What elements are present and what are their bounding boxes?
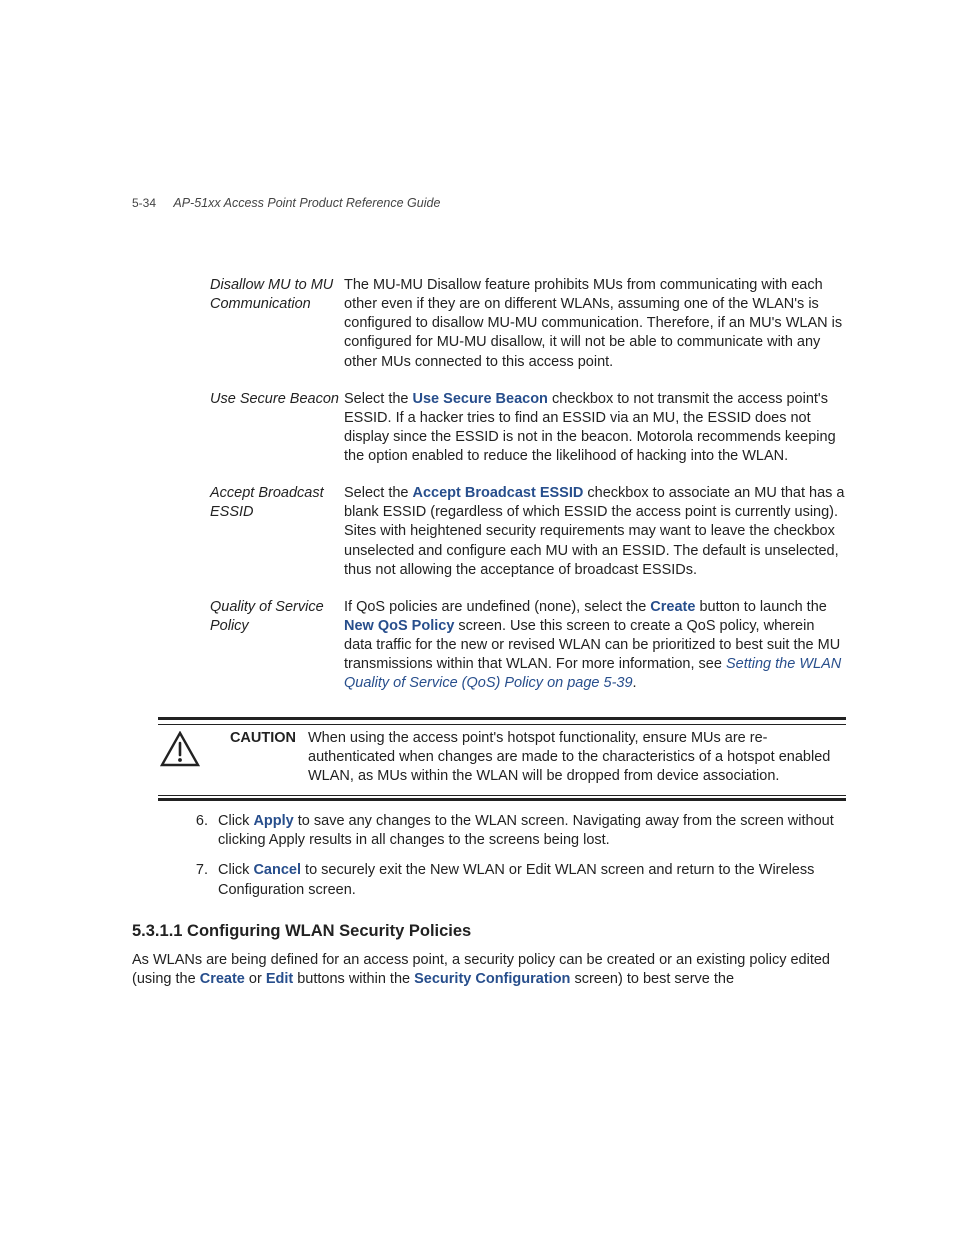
ui-new-qos-policy: New QoS Policy (344, 618, 454, 634)
ui-accept-broadcast-essid: Accept Broadcast ESSID (413, 485, 584, 501)
step-7: 7. Click Cancel to securely exit the New… (188, 861, 846, 900)
text: or (245, 971, 266, 987)
term-accept-broadcast-essid: Accept Broadcast ESSID (210, 484, 340, 580)
ui-edit: Edit (266, 971, 293, 987)
step-number: 6. (188, 812, 216, 851)
text: button to launch the (695, 599, 826, 615)
ui-cancel: Cancel (253, 862, 301, 878)
guide-title: AP-51xx Access Point Product Reference G… (173, 196, 440, 210)
ui-use-secure-beacon: Use Secure Beacon (413, 391, 548, 407)
term-use-secure-beacon: Use Secure Beacon (210, 390, 340, 467)
text: buttons within the (293, 971, 414, 987)
text: screen) to best serve the (570, 971, 734, 987)
text: to securely exit the New WLAN or Edit WL… (218, 862, 814, 898)
text: Click (218, 862, 253, 878)
text: Select the (344, 391, 413, 407)
section-heading: 5.3.1.1 Configuring WLAN Security Polici… (132, 922, 846, 941)
ui-create: Create (200, 971, 245, 987)
ui-apply: Apply (253, 813, 293, 829)
text: Click (218, 813, 253, 829)
text: to save any changes to the WLAN screen. … (218, 813, 834, 849)
definition-table: Disallow MU to MU Communication The MU-M… (210, 276, 846, 693)
running-header: 5-34 AP-51xx Access Point Product Refere… (132, 196, 846, 210)
step-text: Click Apply to save any changes to the W… (218, 812, 846, 851)
step-text: Click Cancel to securely exit the New WL… (218, 861, 846, 900)
term-qos-policy: Quality of Service Policy (210, 598, 340, 694)
text: . (633, 675, 637, 691)
ui-create: Create (650, 599, 695, 615)
step-list: 6. Click Apply to save any changes to th… (188, 812, 846, 900)
rule-top (158, 717, 846, 720)
page-number: 5-34 (132, 196, 156, 210)
desc-qos-policy: If QoS policies are undefined (none), se… (344, 598, 846, 694)
desc-disallow-mu: The MU-MU Disallow feature prohibits MUs… (344, 276, 846, 372)
caution-label: CAUTION (216, 725, 296, 786)
caution-text: When using the access point's hotspot fu… (302, 725, 846, 786)
desc-use-secure-beacon: Select the Use Secure Beacon checkbox to… (344, 390, 846, 467)
text: If QoS policies are undefined (none), se… (344, 599, 650, 615)
step-6: 6. Click Apply to save any changes to th… (188, 812, 846, 851)
rule-bottom (158, 795, 846, 796)
step-number: 7. (188, 861, 216, 900)
term-disallow-mu: Disallow MU to MU Communication (210, 276, 340, 372)
caution-block: CAUTION When using the access point's ho… (158, 717, 846, 796)
text: Select the (344, 485, 413, 501)
ui-security-configuration: Security Configuration (414, 971, 570, 987)
desc-accept-broadcast-essid: Select the Accept Broadcast ESSID checkb… (344, 484, 846, 580)
section-paragraph: As WLANs are being defined for an access… (132, 951, 846, 990)
caution-icon (158, 725, 210, 786)
